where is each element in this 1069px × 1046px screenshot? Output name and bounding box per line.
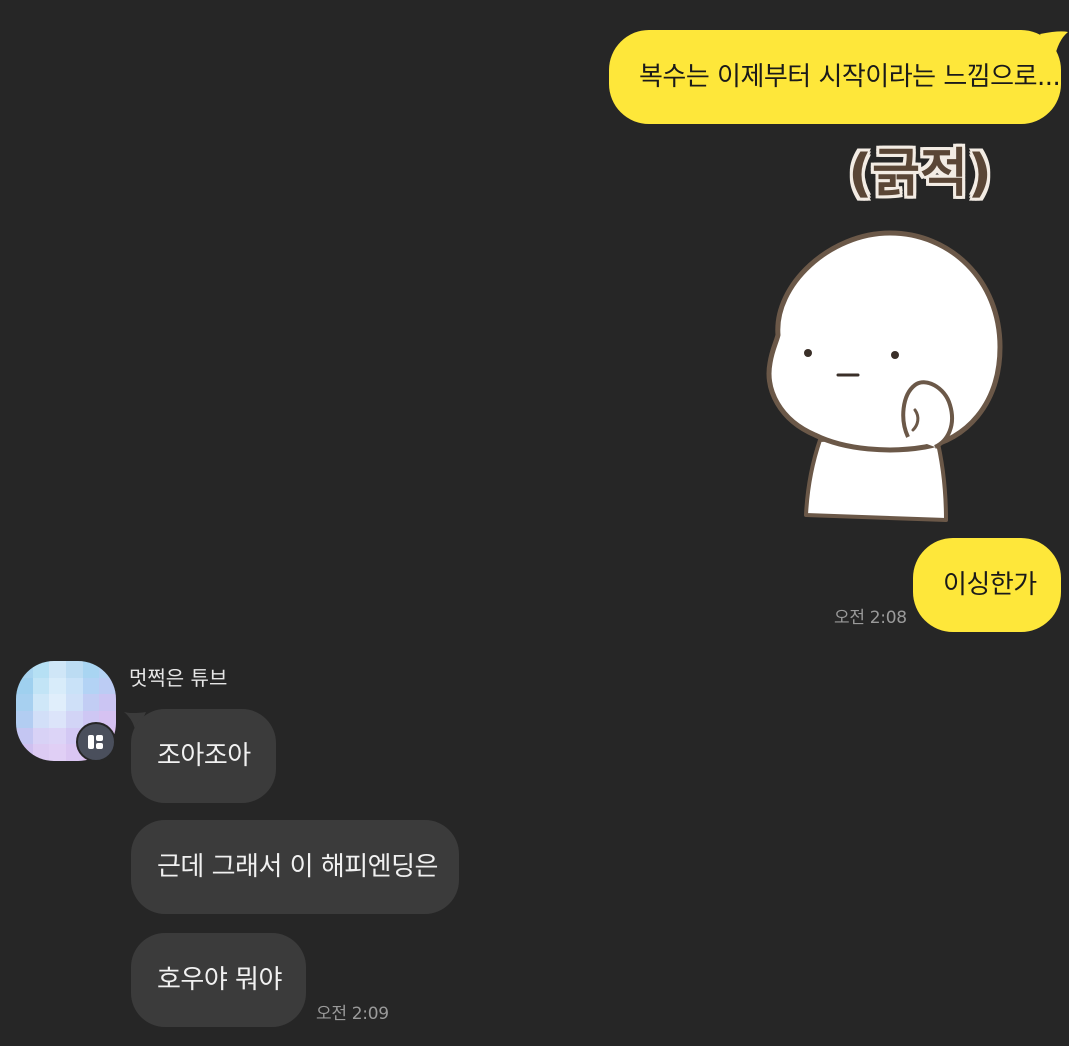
incoming-message[interactable]: 근데 그래서 이 해피엔딩은: [131, 820, 459, 914]
sender-name: 멋쩍은 튜브: [129, 666, 228, 690]
message-text: 근데 그래서 이 해피엔딩은: [157, 852, 438, 882]
sticker[interactable]: (긁적): [750, 140, 1030, 530]
message-text: 호우야 뭐야: [157, 965, 282, 995]
message-text: 복수는 이제부터 시작이라는 느낌으로...: [639, 62, 1061, 92]
message-timestamp: 오전 2:09: [316, 1004, 389, 1024]
message-text: 조아조아: [157, 741, 251, 771]
sticker-caption: (긁적): [848, 144, 992, 204]
message-text: 이싱한가: [943, 570, 1037, 600]
profile-badge-icon: [76, 722, 116, 762]
incoming-message[interactable]: 호우야 뭐야: [131, 933, 306, 1027]
head-scratch-character-sticker-icon: [766, 230, 1003, 522]
outgoing-message[interactable]: 이싱한가: [913, 538, 1061, 632]
outgoing-message[interactable]: 복수는 이제부터 시작이라는 느낌으로...: [609, 30, 1061, 124]
message-timestamp: 오전 2:08: [834, 608, 907, 628]
bubble-tail: [1040, 31, 1068, 60]
incoming-message[interactable]: 조아조아: [131, 709, 276, 803]
